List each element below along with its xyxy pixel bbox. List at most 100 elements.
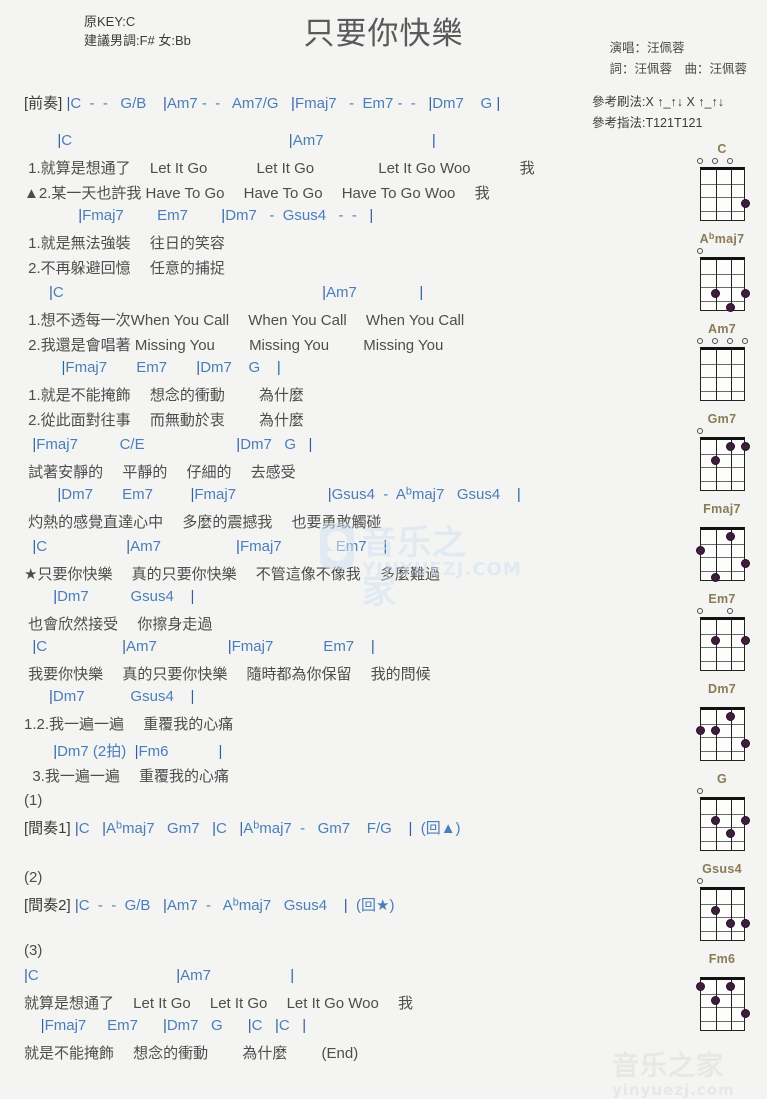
open-string-circle-icon: [696, 428, 703, 434]
chord-diagram-name-Gsus4: Gsus4: [702, 862, 742, 876]
finger-dot: [711, 725, 720, 735]
chords-pre-chorus-2: |Dm7 Em7 |Fmaj7 |Gsus4 - Abmaj7 Gsus4 |: [57, 485, 521, 503]
fret-line: [700, 543, 744, 545]
chord-diagram-Fm6: Fm6: [682, 952, 762, 1031]
chord-diagram-name-Fmaj7: Fmaj7: [703, 502, 741, 516]
lyrics-verse2-line1-0: 1.想不透每一次When You Call When You Call When…: [24, 312, 465, 329]
finger-dot: [696, 725, 705, 735]
chord-diagram-name-Dm7: Dm7: [708, 682, 736, 696]
fret-grid-Fmaj7: [696, 527, 750, 582]
fret-line: [700, 480, 744, 482]
fret-grid-Gsus4: [699, 887, 750, 941]
finger-dot: [741, 635, 750, 645]
watermark-bottom: 音乐之家 yinyuezj.com: [612, 1044, 735, 1099]
chords-verse2-line2: |Fmaj7 Em7 |Dm7 G |: [61, 359, 281, 376]
fretboard-Dm7: [696, 697, 750, 761]
string-line: [715, 890, 717, 940]
chord-diagram-name-Fm6: Fm6: [708, 952, 736, 966]
string-line: [715, 260, 717, 310]
string-line: [730, 620, 732, 670]
finger-dot: [741, 739, 750, 749]
chords-chorus-2: |Dm7 Gsus4 |: [53, 588, 195, 605]
finger-pattern: 參考指法:T121T121: [592, 116, 703, 130]
open-strings-Fm6: [699, 967, 745, 976]
fret-line: [700, 453, 744, 455]
finger-dot: [696, 545, 705, 555]
play-reference: 參考刷法:X ↑_↑↓ X ↑_↑↓ 參考指法:T121T121: [592, 92, 724, 134]
fret-grid-Gm7: [699, 437, 750, 491]
fret-line: [700, 183, 744, 185]
chord-diagram-name-Abmaj7: Abmaj7: [699, 231, 745, 246]
open-strings-Gsus4: [696, 877, 745, 886]
lyrics-verse2-line1-1: 2.我還是會唱著 Missing You Missing You Missing…: [24, 337, 444, 354]
string-line: [715, 710, 717, 760]
lyrics-chorus-5-0: 3.我一遍一遍 重覆我的心痛: [24, 768, 230, 785]
open-string-circle-icon: [711, 338, 718, 344]
fretboard-Am7: [696, 337, 748, 401]
fretboard-Gsus4: [696, 877, 750, 941]
open-string-circle-icon: [726, 608, 733, 614]
fret-grid-G: [699, 797, 750, 851]
fret-line: [700, 467, 744, 468]
finger-dot: [741, 199, 750, 209]
chords-chorus-4: |Dm7 Gsus4 |: [49, 688, 195, 705]
finger-dot: [741, 559, 750, 569]
fret-line: [700, 813, 744, 815]
fret-line: [700, 827, 744, 828]
lyrics-verse1-line1-1: ▲2.某一天也許我 Have To Go Have To Go Have To …: [24, 185, 490, 202]
fret-grid-Fm6: [696, 977, 750, 1031]
finger-dot: [711, 289, 720, 299]
fret-line: [700, 300, 744, 302]
open-string-circle-icon: [696, 338, 703, 344]
watermark-bottom-cn: 音乐之家: [612, 1051, 724, 1082]
chord-diagram-name-C: C: [717, 142, 727, 156]
chord-diagram-Gsus4: Gsus4: [682, 862, 762, 941]
fret-line: [700, 647, 744, 648]
outro-chords-0: |C |Am7 |: [24, 967, 295, 984]
lyrics-pre-chorus-2-0: 灼熱的感覺直達心中 多麼的震撼我 也要勇敢觸碰: [24, 514, 382, 531]
fretboard-C: [696, 157, 750, 221]
outro-chords-1: |Fmaj7 Em7 |Dm7 G |C |C |: [40, 1017, 307, 1034]
intro-row: [前奏] |C - - G/B |Am7 - - Am7/G |Fmaj7 - …: [24, 92, 500, 113]
finger-dot: [726, 532, 735, 542]
finger-dot: [741, 1009, 750, 1019]
chords-chorus-3: |C |Am7 |Fmaj7 Em7 |: [32, 638, 375, 655]
open-strings-Dm7: [699, 697, 745, 706]
fret-line: [700, 917, 744, 918]
open-strings-Fmaj7: [699, 517, 745, 526]
chord-diagram-G: G: [682, 772, 762, 851]
fret-line: [700, 750, 744, 752]
fret-grid-Dm7: [696, 707, 750, 761]
fretboard-Abmaj7: [696, 247, 750, 312]
fretboard-Fmaj7: [696, 517, 750, 582]
fret-line: [700, 197, 744, 198]
song-sheet: 原KEY:C 建議男調:F# 女:Bb 只要你快樂 演唱：汪佩蓉 詞：汪佩蓉 曲…: [0, 0, 767, 1099]
finger-dot: [711, 905, 720, 915]
chord-diagram-name-Am7: Am7: [708, 322, 736, 336]
lyrics-verse1-line2-1: 2.不再躲避回憶 任意的捕捉: [24, 260, 225, 277]
writer-credit: 詞：汪佩蓉 曲：汪佩蓉: [609, 62, 747, 76]
string-line: [715, 620, 717, 670]
chords-verse2-line1: |C |Am7 |: [49, 284, 424, 301]
string-line: [715, 170, 717, 220]
open-string-circle-icon: [696, 608, 703, 614]
open-string-circle-icon: [696, 878, 703, 884]
string-line: [730, 890, 732, 940]
chord-diagram-Dm7: Dm7: [682, 682, 762, 761]
open-strings-Abmaj7: [696, 247, 745, 256]
fret-grid-Em7: [699, 617, 750, 671]
lyrics-pre-chorus-1-0: 試著安靜的 平靜的 仔細的 去感受: [24, 464, 296, 481]
chord-diagram-name-Gm7: Gm7: [707, 412, 737, 426]
chord-diagram-Gm7: Gm7: [682, 412, 762, 491]
chords-chorus-1: |C |Am7 |Fmaj7 Em7 |: [32, 538, 388, 555]
finger-dot: [711, 815, 720, 825]
finger-dot: [741, 442, 750, 452]
fret-line: [700, 737, 744, 738]
string-line: [730, 170, 732, 220]
open-string-circle-icon: [696, 788, 703, 794]
open-string-circle-icon: [726, 338, 733, 344]
fretboard-Fm6: [696, 967, 750, 1031]
intro-label: [前奏]: [24, 95, 63, 112]
lyrics-chorus-1-0: ★只要你快樂 真的只要你快樂 不管這像不像我 多麼難過: [24, 566, 440, 583]
open-strings-Am7: [696, 337, 748, 346]
